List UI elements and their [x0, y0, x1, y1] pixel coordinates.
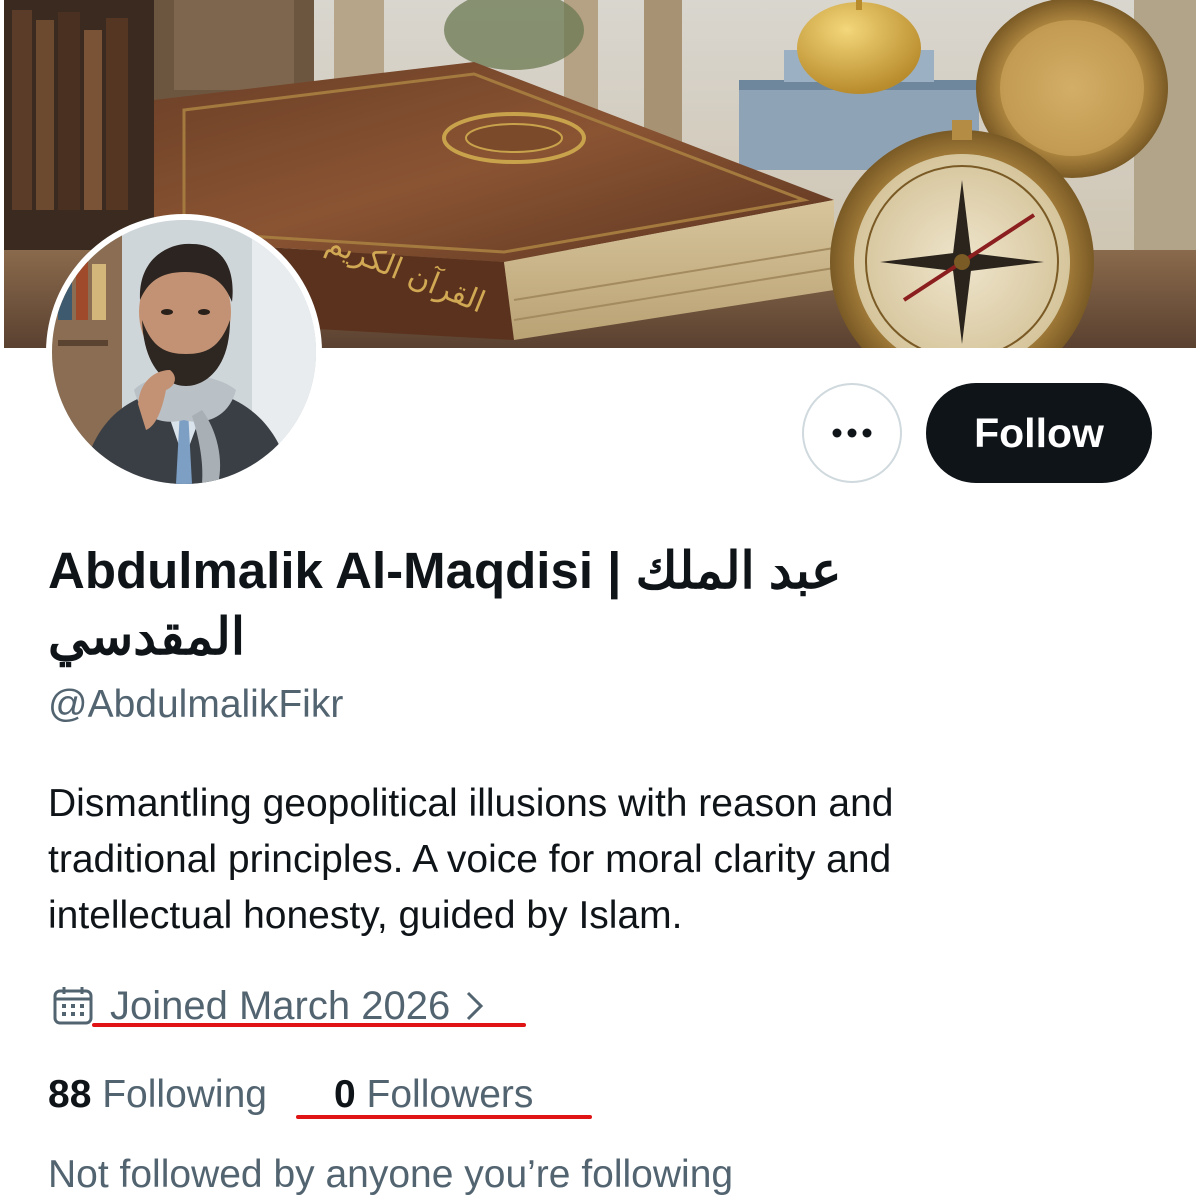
more-options-button[interactable] [802, 383, 902, 483]
followers-count-link[interactable]: 0 Followers [334, 1070, 533, 1120]
following-count: 88 [48, 1073, 92, 1116]
user-handle: @AbdulmalikFikr [48, 683, 344, 726]
chevron-right-icon [467, 991, 484, 1021]
avatar[interactable] [46, 214, 322, 490]
joined-date-text: Joined March 2026 [110, 983, 451, 1028]
following-count-link[interactable]: 88 Following [48, 1070, 267, 1120]
avatar-image [52, 220, 316, 484]
profile-bio: Dismantling geopolitical illusions with … [48, 782, 894, 937]
followers-count: 0 [334, 1073, 356, 1116]
red-annotation-underline [296, 1115, 592, 1119]
red-annotation-underline [92, 1023, 526, 1027]
mutual-followers-text: Not followed by anyone you’re following [48, 1153, 734, 1196]
followers-label: Followers [366, 1073, 534, 1116]
more-horizontal-icon [832, 428, 872, 438]
display-name: Abdulmalik Al-Maqdisi | عبد الملك المقدس… [48, 542, 842, 665]
follow-button[interactable]: Follow [926, 383, 1152, 483]
calendar-icon [53, 987, 93, 1025]
following-label: Following [102, 1073, 267, 1116]
